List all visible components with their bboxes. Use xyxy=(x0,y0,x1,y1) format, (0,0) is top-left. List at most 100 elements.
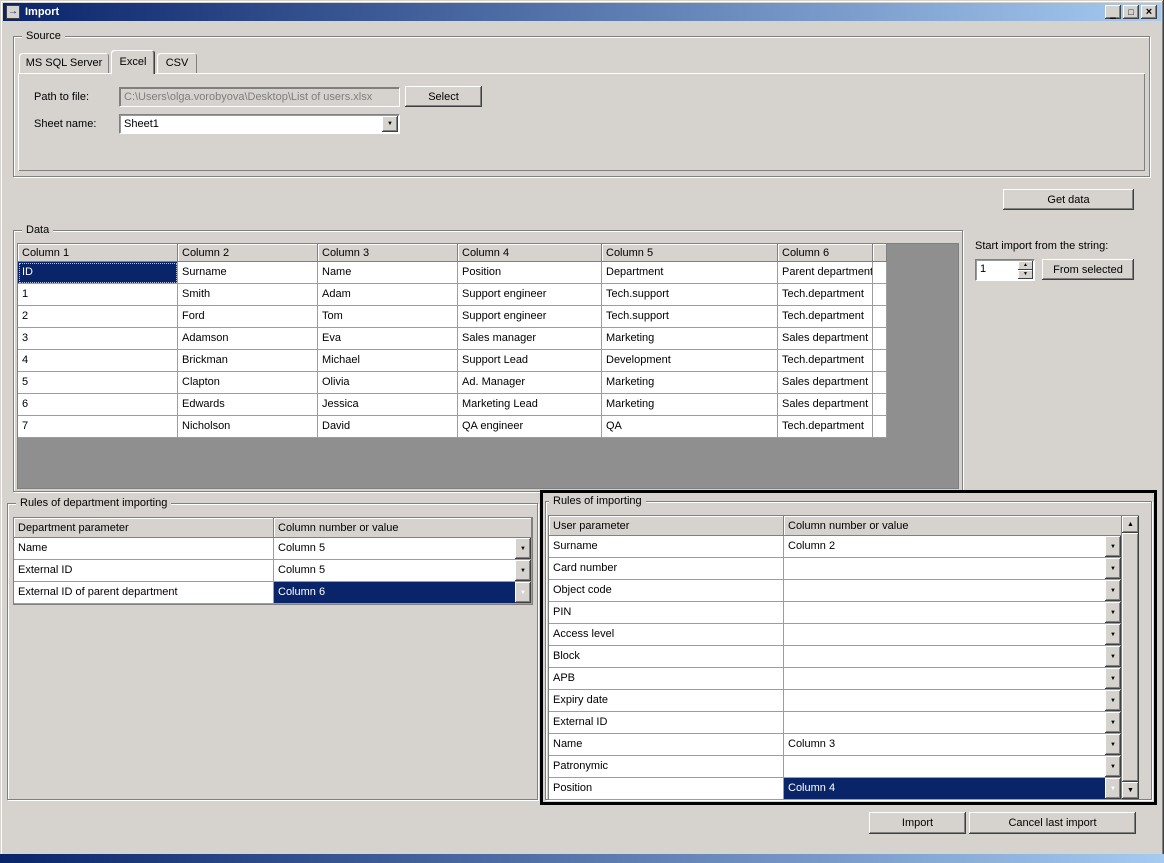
table-cell[interactable]: Smith xyxy=(178,284,318,306)
tab-csv[interactable]: CSV xyxy=(157,53,197,73)
rule-value-cell[interactable]: ▼ xyxy=(784,712,1122,734)
rule-row[interactable]: External ID of parent department Column … xyxy=(14,582,532,604)
rule-value-cell[interactable]: ▼ xyxy=(784,646,1122,668)
table-row[interactable]: 4 Brickman Michael Support Lead Developm… xyxy=(18,350,958,372)
param-column-header[interactable]: User parameter xyxy=(549,516,784,536)
rule-param-cell[interactable]: APB xyxy=(549,668,784,690)
rule-value-cell[interactable]: ▼ xyxy=(784,602,1122,624)
table-cell[interactable]: 7 xyxy=(18,416,178,438)
dropdown-button[interactable]: ▼ xyxy=(1105,690,1121,711)
table-cell[interactable]: Marketing Lead xyxy=(458,394,602,416)
data-grid[interactable]: Column 1 Column 2 Column 3 Column 4 Colu… xyxy=(17,243,959,489)
dropdown-button[interactable]: ▼ xyxy=(515,538,531,559)
param-column-header[interactable]: Department parameter xyxy=(14,518,274,538)
rule-param-cell[interactable]: Card number xyxy=(549,558,784,580)
table-row[interactable]: 5 Clapton Olivia Ad. Manager Marketing S… xyxy=(18,372,958,394)
rule-row[interactable]: Position Column 4 ▼ xyxy=(549,778,1138,800)
table-cell[interactable]: Parent department xyxy=(778,262,873,284)
table-cell[interactable]: QA engineer xyxy=(458,416,602,438)
rule-value-cell[interactable]: Column 2 ▼ xyxy=(784,536,1122,558)
table-cell[interactable]: Ad. Manager xyxy=(458,372,602,394)
table-cell[interactable]: 4 xyxy=(18,350,178,372)
rule-row[interactable]: Expiry date ▼ xyxy=(549,690,1138,712)
table-cell[interactable]: Tom xyxy=(318,306,458,328)
rule-param-cell[interactable]: Name xyxy=(549,734,784,756)
table-cell[interactable]: 3 xyxy=(18,328,178,350)
rule-param-cell[interactable]: Surname xyxy=(549,536,784,558)
table-cell[interactable]: Adam xyxy=(318,284,458,306)
dropdown-button[interactable]: ▼ xyxy=(1105,536,1121,557)
table-cell[interactable]: Development xyxy=(602,350,778,372)
rule-param-cell[interactable]: External ID of parent department xyxy=(14,582,274,604)
rule-value-cell[interactable]: Column 5 ▼ xyxy=(274,538,532,560)
get-data-button[interactable]: Get data xyxy=(1003,189,1134,210)
table-cell[interactable]: Tech.department xyxy=(778,306,873,328)
dropdown-button[interactable]: ▼ xyxy=(1105,756,1121,777)
dropdown-button[interactable]: ▼ xyxy=(1105,712,1121,733)
import-button[interactable]: Import xyxy=(869,812,966,834)
rule-param-cell[interactable]: External ID xyxy=(14,560,274,582)
table-cell[interactable]: Sales department xyxy=(778,328,873,350)
table-cell[interactable]: Tech.support xyxy=(602,284,778,306)
column-header[interactable]: Column 3 xyxy=(318,244,458,262)
rule-value-cell[interactable]: ▼ xyxy=(784,580,1122,602)
table-row[interactable]: ID Surname Name Position Department Pare… xyxy=(18,262,958,284)
rule-value-cell[interactable]: ▼ xyxy=(784,624,1122,646)
table-cell[interactable]: Sales department xyxy=(778,372,873,394)
table-cell[interactable]: Department xyxy=(602,262,778,284)
scroll-down-button[interactable]: ▼ xyxy=(1122,782,1139,799)
value-column-header[interactable]: Column number or value xyxy=(274,518,532,538)
dropdown-button[interactable]: ▼ xyxy=(1105,624,1121,645)
rule-row[interactable]: External ID ▼ xyxy=(549,712,1138,734)
close-button[interactable]: × xyxy=(1141,5,1157,19)
table-cell[interactable]: Eva xyxy=(318,328,458,350)
table-cell[interactable]: Nicholson xyxy=(178,416,318,438)
dropdown-button[interactable]: ▼ xyxy=(1105,646,1121,667)
table-cell[interactable]: Marketing xyxy=(602,328,778,350)
table-cell[interactable]: Tech.support xyxy=(602,306,778,328)
table-row[interactable]: 6 Edwards Jessica Marketing Lead Marketi… xyxy=(18,394,958,416)
dropdown-button[interactable]: ▼ xyxy=(1105,734,1121,755)
column-header[interactable]: Column 4 xyxy=(458,244,602,262)
table-cell[interactable]: Olivia xyxy=(318,372,458,394)
rule-param-cell[interactable]: Name xyxy=(14,538,274,560)
rule-value-cell[interactable]: ▼ xyxy=(784,668,1122,690)
dropdown-button[interactable]: ▼ xyxy=(1105,602,1121,623)
maximize-button[interactable]: □ xyxy=(1123,5,1139,19)
rule-param-cell[interactable]: Patronymic xyxy=(549,756,784,778)
rule-value-cell-selected[interactable]: Column 6 ▼ xyxy=(274,582,532,604)
rule-param-cell[interactable]: Position xyxy=(549,778,784,800)
table-cell[interactable]: Michael xyxy=(318,350,458,372)
dropdown-button[interactable]: ▼ xyxy=(515,582,531,603)
table-cell[interactable]: Ford xyxy=(178,306,318,328)
table-row[interactable]: 7 Nicholson David QA engineer QA Tech.de… xyxy=(18,416,958,438)
rule-value-cell[interactable]: ▼ xyxy=(784,756,1122,778)
table-cell[interactable]: Sales manager xyxy=(458,328,602,350)
column-header[interactable]: Column 6 xyxy=(778,244,873,262)
table-cell[interactable]: Support engineer xyxy=(458,284,602,306)
cancel-last-import-button[interactable]: Cancel last import xyxy=(969,812,1136,834)
rule-row[interactable]: Card number ▼ xyxy=(549,558,1138,580)
rule-row[interactable]: Object code ▼ xyxy=(549,580,1138,602)
dropdown-button[interactable]: ▼ xyxy=(1105,668,1121,689)
dropdown-button[interactable]: ▼ xyxy=(1105,778,1121,799)
start-row-spinner[interactable]: 1 ▲ ▼ xyxy=(975,259,1035,281)
rule-row[interactable]: External ID Column 5 ▼ xyxy=(14,560,532,582)
table-cell[interactable]: Tech.department xyxy=(778,416,873,438)
titlebar[interactable]: → Import ▁ □ × xyxy=(3,3,1161,21)
rule-value-cell[interactable]: Column 5 ▼ xyxy=(274,560,532,582)
dropdown-button[interactable]: ▼ xyxy=(1105,558,1121,579)
table-cell[interactable]: Support Lead xyxy=(458,350,602,372)
tab-excel[interactable]: Excel xyxy=(111,50,155,74)
table-cell[interactable]: Clapton xyxy=(178,372,318,394)
column-header[interactable]: Column 2 xyxy=(178,244,318,262)
value-column-header[interactable]: Column number or value xyxy=(784,516,1122,536)
rule-row[interactable]: Surname Column 2 ▼ xyxy=(549,536,1138,558)
tab-ms-sql-server[interactable]: MS SQL Server xyxy=(19,53,109,73)
rule-param-cell[interactable]: PIN xyxy=(549,602,784,624)
rule-value-cell[interactable]: ▼ xyxy=(784,690,1122,712)
dropdown-button[interactable]: ▼ xyxy=(1105,580,1121,601)
table-row[interactable]: 1 Smith Adam Support engineer Tech.suppo… xyxy=(18,284,958,306)
spin-down-button[interactable]: ▼ xyxy=(1018,270,1033,279)
table-row[interactable]: 3 Adamson Eva Sales manager Marketing Sa… xyxy=(18,328,958,350)
